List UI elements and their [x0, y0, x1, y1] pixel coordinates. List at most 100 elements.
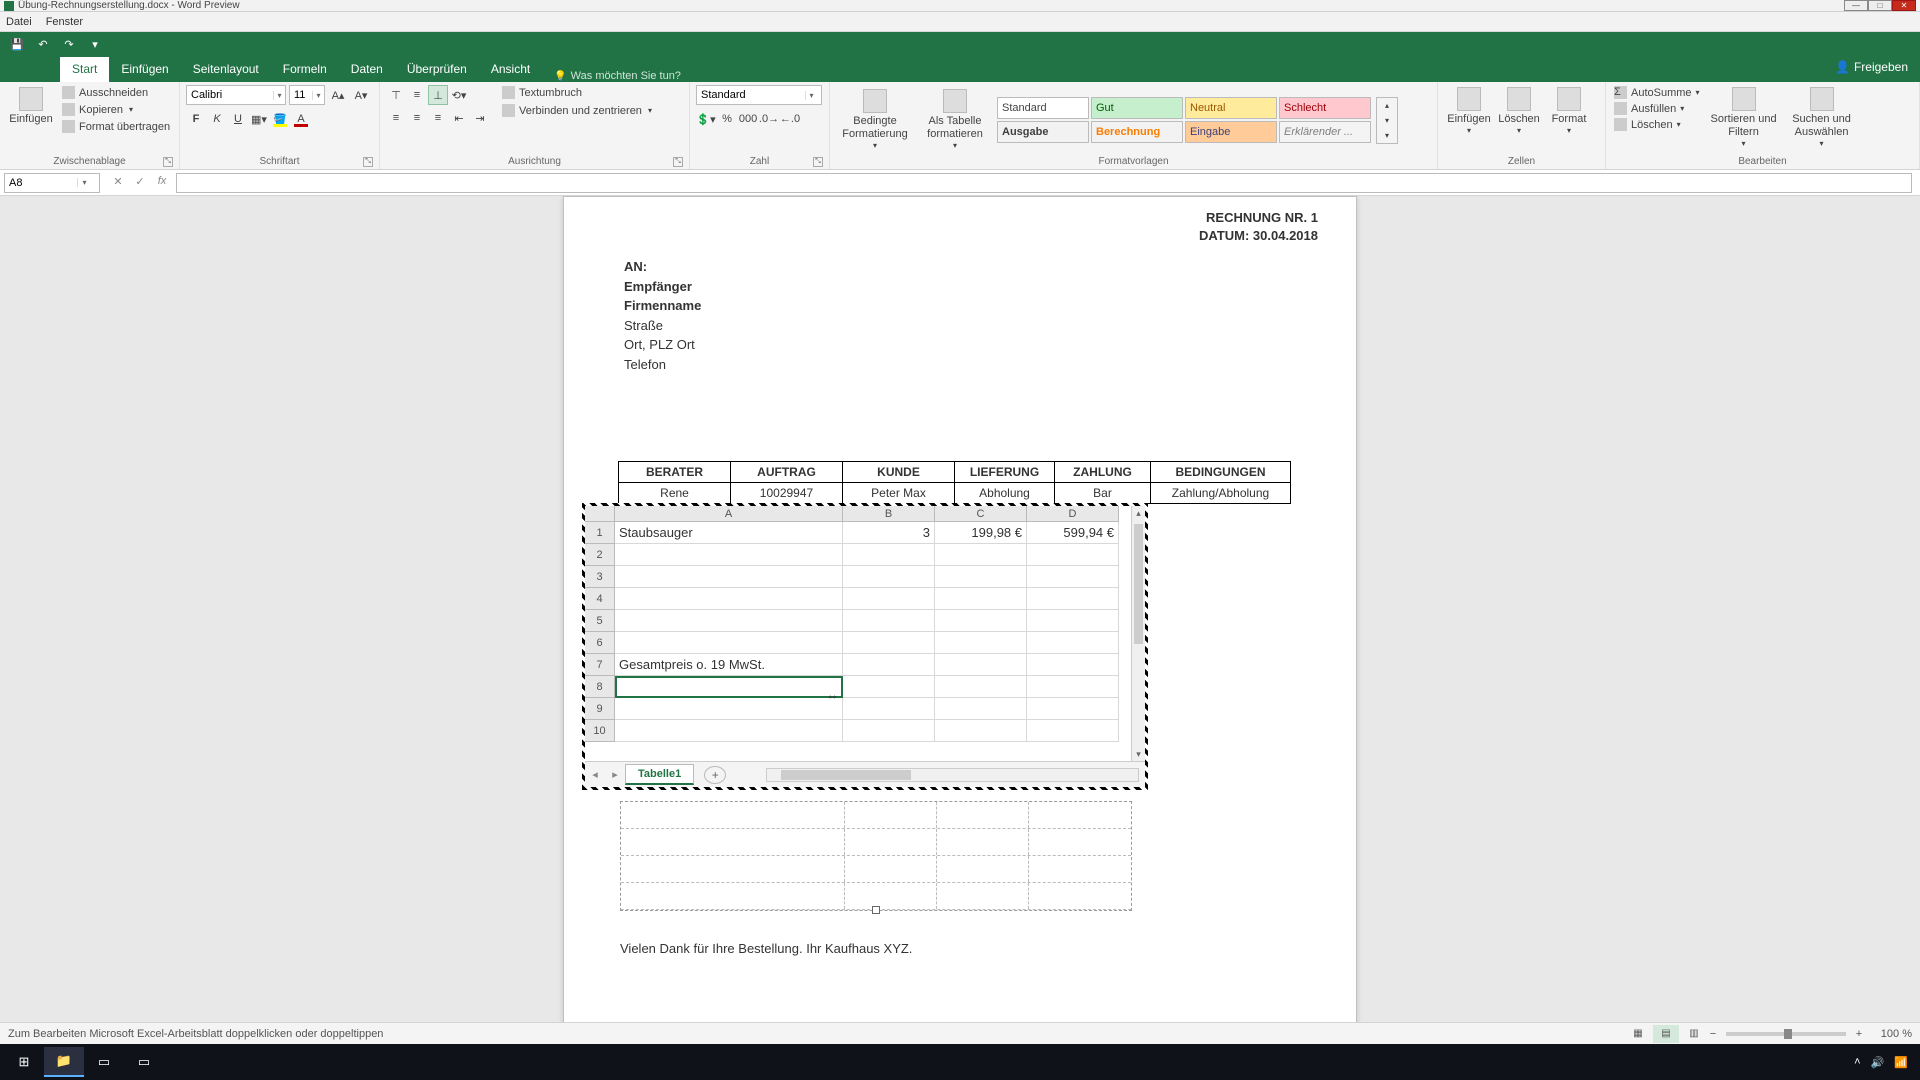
col-header-a[interactable]: A	[615, 506, 843, 522]
view-page-layout-button[interactable]: ▤	[1653, 1025, 1679, 1043]
autosum-button[interactable]: ΣAutoSumme▾	[1612, 85, 1702, 100]
system-tray[interactable]: ˄ 🔊 📶	[1854, 1056, 1916, 1069]
name-box[interactable]: ▾	[4, 173, 100, 193]
cell-style-neutral[interactable]: Neutral	[1185, 97, 1277, 119]
row-header[interactable]: 9	[585, 698, 615, 720]
decrease-indent-button[interactable]: ⇤	[449, 108, 469, 128]
cut-button[interactable]: Ausschneiden	[60, 85, 172, 100]
scroll-up-arrow[interactable]: ▴	[1132, 506, 1145, 520]
sort-filter-button[interactable]: Sortieren und Filtern▾	[1708, 85, 1780, 151]
col-header-c[interactable]: C	[935, 506, 1027, 522]
tab-start[interactable]: Start	[60, 57, 109, 82]
cell-style-erklaerend[interactable]: Erklärender ...	[1279, 121, 1371, 143]
bold-button[interactable]: F	[186, 109, 206, 129]
horizontal-scrollbar[interactable]	[766, 768, 1139, 782]
row-header[interactable]: 7	[585, 654, 615, 676]
format-as-table-button[interactable]: Als Tabelle formatieren▾	[918, 87, 992, 153]
clipboard-dialog-launcher[interactable]: ⤡	[163, 157, 173, 167]
styles-scroll-up[interactable]: ▴	[1377, 98, 1397, 113]
start-button[interactable]: ⊞	[4, 1047, 44, 1077]
accounting-format-button[interactable]: 💲▾	[696, 109, 716, 129]
font-color-button[interactable]: A	[291, 109, 311, 129]
font-dialog-launcher[interactable]: ⤡	[363, 157, 373, 167]
cell-style-eingabe[interactable]: Eingabe	[1185, 121, 1277, 143]
network-icon[interactable]: 📶	[1894, 1056, 1908, 1069]
view-normal-button[interactable]: ▦	[1625, 1025, 1651, 1043]
zoom-level[interactable]: 100 %	[1864, 1028, 1912, 1040]
tab-formeln[interactable]: Formeln	[271, 57, 339, 82]
align-top-button[interactable]: ⊤	[386, 85, 406, 105]
row-header[interactable]: 8	[585, 676, 615, 698]
cell-b1[interactable]: 3	[843, 522, 935, 544]
cancel-formula-button[interactable]: ✕	[108, 174, 128, 192]
row-header[interactable]: 10	[585, 720, 615, 742]
conditional-formatting-button[interactable]: Bedingte Formatierung▾	[836, 87, 914, 153]
find-select-button[interactable]: Suchen und Auswählen▾	[1786, 85, 1858, 151]
taskbar-app-1[interactable]: ▭	[84, 1047, 124, 1077]
menu-file[interactable]: Datei	[6, 16, 32, 28]
col-header-b[interactable]: B	[843, 506, 935, 522]
cell-style-standard[interactable]: Standard	[997, 97, 1089, 119]
table-resize-handle[interactable]	[872, 906, 880, 914]
row-header[interactable]: 2	[585, 544, 615, 566]
cell-grid[interactable]: Staubsauger 3 199,98 € 599,94 € Gesamtpr…	[615, 522, 1131, 761]
delete-cells-button[interactable]: Löschen▾	[1494, 85, 1544, 138]
cell-style-gut[interactable]: Gut	[1091, 97, 1183, 119]
styles-gallery-more[interactable]: ▾	[1377, 128, 1397, 143]
tab-ueberpruefen[interactable]: Überprüfen	[395, 57, 479, 82]
number-dialog-launcher[interactable]: ⤡	[813, 157, 823, 167]
underline-button[interactable]: U	[228, 109, 248, 129]
vertical-scrollbar[interactable]: ▴ ▾	[1131, 506, 1145, 761]
embedded-excel-object[interactable]: A B C D 1 2 3 4 5 6 7 8 9 10 Staubsauger	[582, 503, 1148, 790]
comma-format-button[interactable]: 000	[738, 109, 758, 129]
row-header[interactable]: 1	[585, 522, 615, 544]
new-sheet-button[interactable]: +	[704, 766, 726, 784]
merge-center-button[interactable]: Verbinden und zentrieren▾	[500, 103, 654, 118]
format-cells-button[interactable]: Format▾	[1544, 85, 1594, 138]
row-header[interactable]: 6	[585, 632, 615, 654]
name-box-dropdown[interactable]: ▾	[77, 178, 91, 187]
cell-style-berechnung[interactable]: Berechnung	[1091, 121, 1183, 143]
tab-einfuegen[interactable]: Einfügen	[109, 57, 180, 82]
maximize-button[interactable]: □	[1868, 0, 1892, 11]
fill-color-button[interactable]: 🪣	[270, 109, 290, 129]
row-header[interactable]: 4	[585, 588, 615, 610]
insert-function-button[interactable]: fx	[152, 174, 172, 192]
format-painter-button[interactable]: Format übertragen	[60, 119, 172, 134]
tell-me-search[interactable]: Was möchten Sie tun?	[554, 70, 681, 82]
menu-window[interactable]: Fenster	[46, 16, 83, 28]
qat-customize-icon[interactable]: ▾	[86, 36, 104, 52]
decrease-decimal-button[interactable]: ←.0	[780, 109, 800, 129]
increase-decimal-button[interactable]: .0→	[759, 109, 779, 129]
font-name-combo[interactable]: ▾	[186, 85, 286, 105]
cell-style-ausgabe[interactable]: Ausgabe	[997, 121, 1089, 143]
increase-indent-button[interactable]: ⇥	[470, 108, 490, 128]
sheet-tab-tabelle1[interactable]: Tabelle1	[625, 764, 694, 785]
percent-format-button[interactable]: %	[717, 109, 737, 129]
col-header-d[interactable]: D	[1027, 506, 1119, 522]
redo-icon[interactable]: ↷	[60, 36, 78, 52]
italic-button[interactable]: K	[207, 109, 227, 129]
copy-button[interactable]: Kopieren▾	[60, 102, 172, 117]
scroll-down-arrow[interactable]: ▾	[1132, 747, 1145, 761]
cell-c1[interactable]: 199,98 €	[935, 522, 1027, 544]
view-page-break-button[interactable]: ▥	[1681, 1025, 1707, 1043]
font-size-combo[interactable]: ▾	[289, 85, 325, 105]
save-icon[interactable]: 💾	[8, 36, 26, 52]
minimize-button[interactable]: —	[1844, 0, 1868, 11]
alignment-dialog-launcher[interactable]: ⤡	[673, 157, 683, 167]
tray-chevron-icon[interactable]: ˄	[1854, 1056, 1860, 1068]
cell-a7[interactable]: Gesamtpreis o. 19 MwSt.	[615, 654, 843, 676]
number-format-combo[interactable]: ▾	[696, 85, 822, 105]
tab-seitenlayout[interactable]: Seitenlayout	[181, 57, 271, 82]
enter-formula-button[interactable]: ✓	[130, 174, 150, 192]
tab-ansicht[interactable]: Ansicht	[479, 57, 542, 82]
zoom-slider[interactable]	[1726, 1032, 1846, 1036]
taskbar-app-2[interactable]: ▭	[124, 1047, 164, 1077]
align-right-button[interactable]: ≡	[428, 108, 448, 128]
grow-font-button[interactable]: A▴	[328, 85, 348, 105]
scrollbar-thumb[interactable]	[1134, 524, 1143, 644]
zoom-out-button[interactable]: −	[1708, 1028, 1718, 1040]
placeholder-table[interactable]	[620, 801, 1132, 911]
align-bottom-button[interactable]: ⊥	[428, 85, 448, 105]
